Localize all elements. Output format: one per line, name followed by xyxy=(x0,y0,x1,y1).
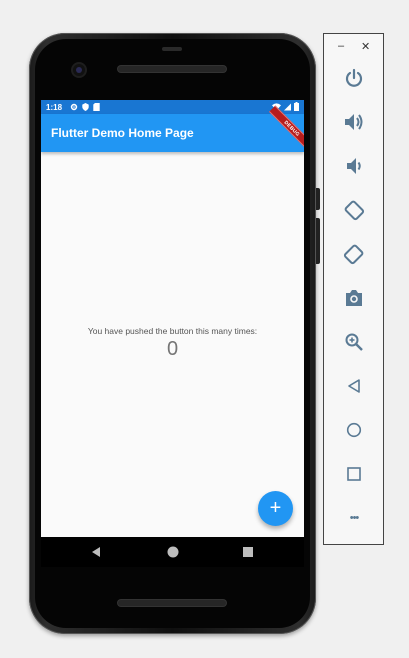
page-title: Flutter Demo Home Page xyxy=(51,126,194,140)
increment-button[interactable]: + xyxy=(258,491,293,526)
home-icon[interactable] xyxy=(341,417,367,443)
power-icon[interactable] xyxy=(341,65,367,91)
settings-icon xyxy=(70,103,78,111)
sd-card-icon xyxy=(93,103,100,111)
nav-back-icon[interactable] xyxy=(89,545,103,559)
navigation-bar xyxy=(41,537,304,567)
phone-volume-rocker xyxy=(316,218,320,264)
zoom-icon[interactable] xyxy=(341,329,367,355)
nav-overview-icon[interactable] xyxy=(241,545,255,559)
counter-value: 0 xyxy=(166,338,179,360)
rotate-right-icon[interactable] xyxy=(341,241,367,267)
rotate-left-icon[interactable] xyxy=(341,197,367,223)
battery-icon xyxy=(294,102,299,111)
volume-down-icon[interactable] xyxy=(341,153,367,179)
status-notification-icons xyxy=(70,103,100,111)
more-icon[interactable]: ••• xyxy=(341,505,367,531)
bottom-speaker xyxy=(118,600,226,606)
nav-home-icon[interactable] xyxy=(166,545,180,559)
camera-icon[interactable] xyxy=(341,285,367,311)
app-bar: Flutter Demo Home Page DEBUG xyxy=(41,105,304,152)
status-bar: 1:18 xyxy=(41,100,304,114)
signal-icon xyxy=(284,103,291,110)
close-button[interactable]: ✕ xyxy=(361,40,370,53)
top-sensor xyxy=(162,47,182,51)
earpiece-speaker xyxy=(118,66,226,72)
phone-power-button xyxy=(316,188,320,210)
device-screen: 1:18 Flutter Demo Home Page DEBUG You ha… xyxy=(41,100,304,537)
volume-up-icon[interactable] xyxy=(341,109,367,135)
status-time: 1:18 xyxy=(46,102,63,112)
emulator-toolbar: – ✕ ••• xyxy=(323,33,384,545)
overview-icon[interactable] xyxy=(341,461,367,487)
counter-label: You have pushed the button this many tim… xyxy=(87,326,258,336)
minimize-button[interactable]: – xyxy=(338,40,344,52)
front-camera xyxy=(73,64,85,76)
back-icon[interactable] xyxy=(341,373,367,399)
shield-icon xyxy=(82,103,89,111)
